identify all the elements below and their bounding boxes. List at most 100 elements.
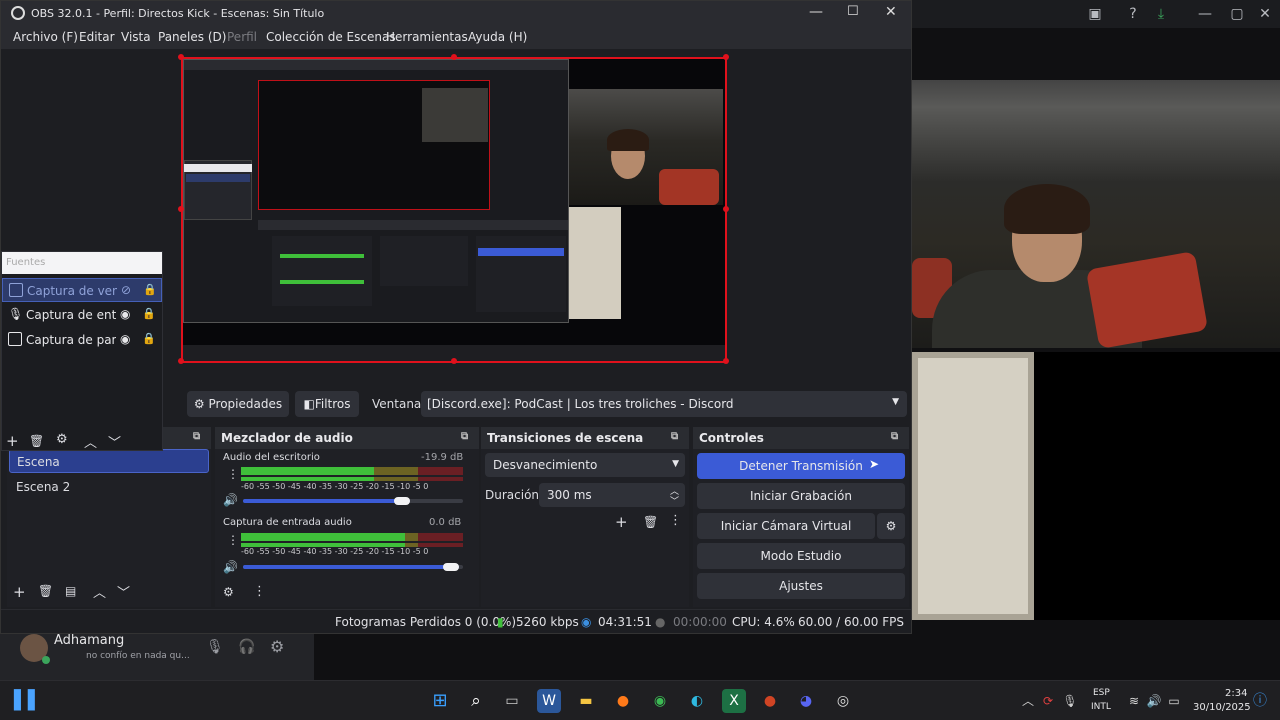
menu-coleccion-escenas[interactable]: Colección de Escenas [266, 30, 396, 44]
battery-icon[interactable]: ▭ [1162, 689, 1186, 713]
virtual-camera-settings-button[interactable]: ⚙ [877, 513, 905, 539]
chevron-down-icon[interactable]: ﹀ [670, 494, 679, 507]
dock-float-icon[interactable]: ⧉ [193, 431, 200, 442]
menu-herramientas[interactable]: Herramientas [386, 30, 468, 44]
notification-icon[interactable]: ⓘ [1248, 689, 1272, 713]
lock-icon[interactable]: 🔒 [143, 283, 157, 296]
kebab-icon[interactable]: ⋮ [227, 467, 239, 481]
menu-editar[interactable]: Editar [79, 30, 115, 44]
dock-float-icon[interactable]: ⧉ [891, 431, 898, 442]
minimize-button[interactable]: — [809, 4, 823, 20]
eye-icon[interactable]: ◉ [120, 307, 130, 321]
trash-icon[interactable]: 🗑 [29, 434, 44, 448]
resize-handle[interactable] [178, 206, 184, 212]
close-icon[interactable]: ✕ [1256, 5, 1274, 23]
resize-handle[interactable] [451, 54, 457, 60]
scene-item[interactable]: Escena 2 [9, 475, 209, 499]
add-icon[interactable]: + [615, 513, 628, 531]
source-item[interactable]: 🎙 Captura de entrada ◉ 🔒 [2, 303, 162, 327]
start-recording-button[interactable]: Iniciar Grabación [697, 483, 905, 509]
volume-slider[interactable] [243, 563, 463, 571]
powerpoint-icon[interactable]: ● [758, 689, 782, 713]
language-top[interactable]: ESP [1093, 688, 1110, 698]
source-item[interactable]: Captura de pantalla ◉ 🔒 [2, 328, 162, 352]
dock-float-icon[interactable]: ⧉ [461, 431, 468, 442]
settings-button[interactable]: Ajustes [697, 573, 905, 599]
language-bottom[interactable]: INTL [1091, 702, 1111, 712]
excel-icon[interactable]: X [722, 689, 746, 713]
volume-slider[interactable] [243, 497, 463, 505]
video-black-area [1034, 352, 1280, 620]
eye-icon[interactable]: ◉ [120, 332, 130, 346]
clock-time[interactable]: 2:34 [1225, 688, 1247, 699]
studio-mode-button[interactable]: Modo Estudio [697, 543, 905, 569]
chevron-down-icon[interactable]: ﹀ [117, 582, 130, 601]
chevron-down-icon[interactable]: ﹀ [108, 432, 121, 451]
edge-icon[interactable]: ◐ [685, 689, 709, 713]
add-icon[interactable]: + [13, 583, 26, 601]
resize-handle[interactable] [178, 54, 184, 60]
menu-ayuda[interactable]: Ayuda (H) [468, 30, 527, 44]
kebab-icon[interactable]: ⋮ [227, 533, 239, 547]
chrome-icon[interactable]: ◉ [648, 689, 672, 713]
dock-float-icon[interactable]: ⧉ [671, 431, 678, 442]
resize-handle[interactable] [178, 358, 184, 364]
task-view-icon[interactable]: ▭ [500, 689, 524, 713]
start-icon[interactable]: ⊞ [428, 689, 452, 713]
chevron-up-icon[interactable]: ︿ [93, 582, 106, 601]
menu-archivo[interactable]: Archivo (F) [13, 30, 78, 44]
resize-handle[interactable] [723, 54, 729, 60]
speaker-icon[interactable]: 🔊 [223, 493, 238, 507]
menu-perfil[interactable]: Perfil [227, 30, 257, 44]
menu-paneles[interactable]: Paneles (D) [158, 30, 226, 44]
headphones-icon[interactable]: 🎧 [238, 639, 255, 655]
maximize-icon[interactable]: ▢ [1228, 5, 1246, 23]
microphone-icon[interactable]: 🎙 [206, 639, 224, 655]
gear-icon[interactable]: ⚙ [56, 432, 68, 447]
trash-icon[interactable]: 🗑 [38, 584, 53, 598]
properties-button[interactable]: ⚙ Propiedades [187, 391, 289, 417]
maximize-button[interactable]: ☐ [847, 4, 859, 19]
firefox-icon[interactable]: ● [611, 689, 635, 713]
help-icon[interactable]: ? [1124, 5, 1142, 23]
discord-icon[interactable]: ◕ [794, 689, 818, 713]
minimize-icon[interactable]: — [1196, 5, 1214, 23]
download-icon[interactable]: ⤓ [1152, 5, 1170, 23]
resize-handle[interactable] [723, 358, 729, 364]
menu-vista[interactable]: Vista [121, 30, 151, 44]
kebab-icon[interactable]: ⋮ [669, 513, 682, 528]
speaker-icon[interactable]: 🔊 [223, 560, 238, 574]
kebab-icon[interactable]: ⋮ [253, 584, 266, 599]
filters-button[interactable]: ◧Filtros [295, 391, 359, 417]
inbox-icon[interactable]: ▣ [1086, 5, 1104, 23]
nested-camera-capture [569, 89, 723, 205]
search-icon[interactable]: ⌕ [464, 689, 488, 713]
widgets-icon[interactable]: ▌▌ [14, 689, 42, 713]
clock-date[interactable]: 30/10/2025 [1193, 702, 1251, 713]
resize-handle[interactable] [451, 358, 457, 364]
duration-input[interactable]: 300 ms ︿ ﹀ [539, 483, 685, 507]
add-icon[interactable]: + [6, 432, 19, 450]
transition-select[interactable]: Desvanecimiento ▼ [485, 453, 685, 477]
transitions-title: Transiciones de escena [487, 431, 644, 445]
copy-icon[interactable]: ▤ [65, 584, 76, 598]
scene-item-selected[interactable]: Escena [9, 449, 209, 473]
sync-icon[interactable]: ⟳ [1036, 689, 1060, 713]
file-explorer-icon[interactable]: ▬ [574, 689, 598, 713]
eye-slash-icon[interactable]: ⊘ [121, 283, 131, 297]
mixer-settings-icon[interactable]: ⚙ [223, 585, 234, 599]
word-icon[interactable]: W [537, 689, 561, 713]
start-virtual-camera-button[interactable]: Iniciar Cámara Virtual [697, 513, 875, 539]
chevron-up-icon[interactable]: ︿ [84, 432, 97, 451]
close-button[interactable]: ✕ [885, 4, 897, 20]
source-item-selected[interactable]: Captura de ventana ⊘ 🔒 [2, 278, 162, 302]
window-select[interactable]: [Discord.exe]: PodCast | Los tres trolic… [421, 391, 907, 417]
microphone-icon[interactable]: 🎙 [1058, 689, 1082, 713]
transition-value: Desvanecimiento [493, 458, 598, 472]
lock-icon[interactable]: 🔒 [142, 332, 156, 345]
obs-icon[interactable]: ◎ [831, 689, 855, 713]
lock-icon[interactable]: 🔒 [142, 307, 156, 320]
resize-handle[interactable] [723, 206, 729, 212]
gear-icon[interactable]: ⚙ [270, 637, 284, 656]
trash-icon[interactable]: 🗑 [643, 515, 658, 529]
